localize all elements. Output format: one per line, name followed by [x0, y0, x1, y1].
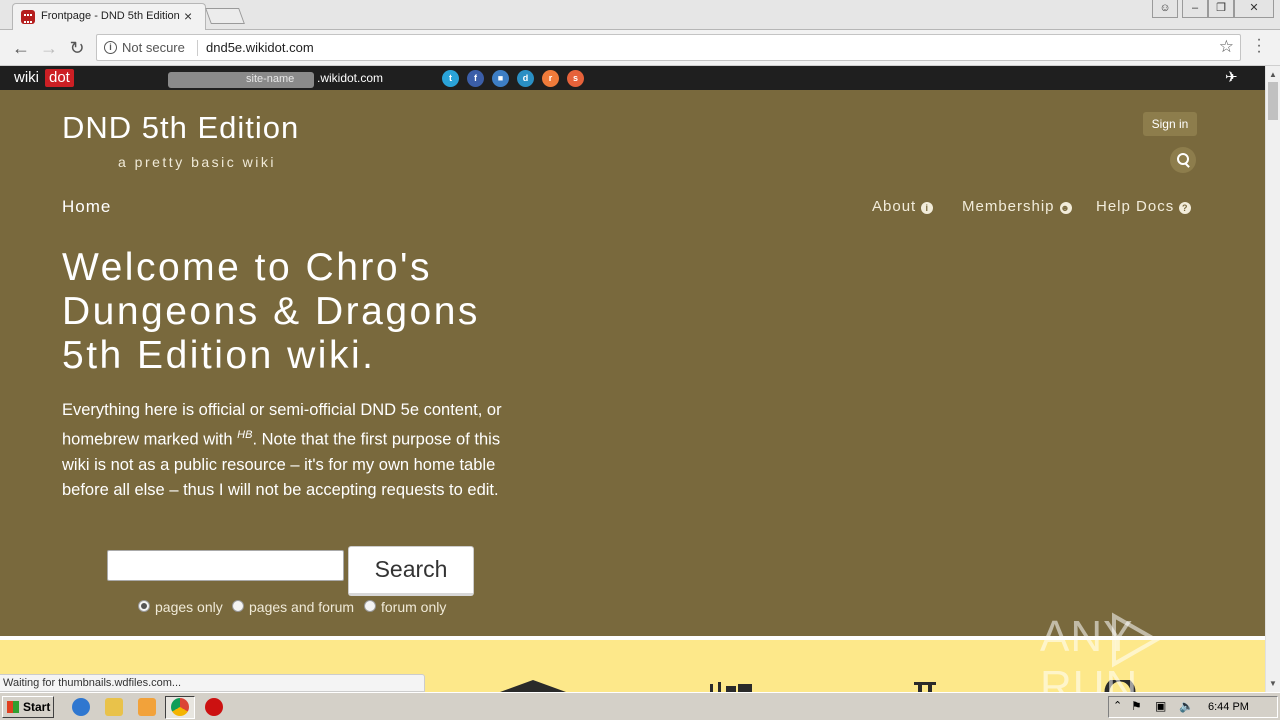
sign-in-button[interactable]: Sign in	[1143, 112, 1197, 136]
address-bar[interactable]: i Not secure dnd5e.wikidot.com ☆	[96, 34, 1241, 61]
show-hidden-icons-icon[interactable]: ⌃	[1113, 699, 1122, 712]
action-center-flag-icon[interactable]: ⚑	[1131, 699, 1142, 713]
intro-paragraph: Everything here is official or semi-offi…	[62, 398, 507, 503]
browser-toolbar: ← → ↻ i Not secure dnd5e.wikidot.com ☆ ·…	[0, 30, 1280, 66]
search-button[interactable]: Search	[348, 546, 474, 596]
network-icon[interactable]: ▣	[1155, 699, 1166, 713]
scroll-up-arrow-icon[interactable]: ▲	[1269, 70, 1277, 79]
magic-wand-icon[interactable]	[706, 680, 756, 692]
twitter-icon[interactable]: t	[442, 70, 459, 87]
wikidot-logo-dot[interactable]: dot	[45, 69, 74, 87]
tab-title: Frontpage - DND 5th Edition	[41, 10, 180, 22]
security-status-label[interactable]: Not secure	[122, 40, 185, 55]
site-name-placeholder: site-name	[246, 73, 295, 85]
stumbleupon-icon[interactable]: s	[567, 70, 584, 87]
nav-home-link[interactable]: Home	[62, 197, 111, 217]
file-explorer-icon[interactable]	[105, 698, 123, 716]
chrome-icon	[171, 698, 189, 716]
radio-pages-and-forum[interactable]	[232, 600, 244, 612]
site-subtitle: a pretty basic wiki	[118, 154, 276, 170]
media-player-icon[interactable]	[138, 698, 156, 716]
welcome-heading: Welcome to Chro's Dungeons & Dragons 5th…	[62, 246, 480, 377]
nav-help-docs-label: Help Docs	[1096, 198, 1175, 215]
user-profile-icon[interactable]: ☺	[1152, 0, 1178, 18]
site-domain-label: .wikidot.com	[317, 71, 384, 85]
wikidot-favicon-icon	[21, 10, 35, 24]
search-icon[interactable]	[1170, 147, 1196, 173]
url-text[interactable]: dnd5e.wikidot.com	[206, 40, 314, 55]
browser-tab-active[interactable]: Frontpage - DND 5th Edition ×	[12, 3, 206, 30]
nav-membership-link[interactable]: Membership ☻	[962, 198, 1072, 215]
nav-membership-label: Membership	[962, 198, 1055, 215]
reddit-icon[interactable]: r	[542, 70, 559, 87]
homebrew-marker: HB	[237, 429, 253, 441]
forward-arrow-icon[interactable]: →	[38, 37, 60, 59]
chrome-taskbar-button[interactable]	[165, 696, 195, 719]
site-title[interactable]: DND 5th Edition	[62, 110, 299, 146]
reload-icon[interactable]: ↻	[66, 37, 88, 59]
site-info-icon[interactable]: i	[104, 41, 117, 54]
nav-about-label: About	[872, 198, 917, 215]
volume-icon[interactable]: 🔈	[1179, 699, 1194, 713]
browser-tab-strip: Frontpage - DND 5th Edition × ☺ – ❐ ✕	[0, 0, 1280, 30]
facebook-icon[interactable]: f	[467, 70, 484, 87]
radio-pages-and-forum-label[interactable]: pages and forum	[249, 599, 354, 615]
nav-help-docs-link[interactable]: Help Docs?	[1096, 198, 1192, 215]
start-button[interactable]: Start	[2, 696, 54, 718]
graduation-cap-icon[interactable]	[500, 680, 566, 692]
delicious-icon[interactable]: ■	[492, 70, 509, 87]
wikidot-logo-wiki[interactable]: wiki	[14, 69, 39, 86]
nav-about-link[interactable]: About i	[872, 198, 934, 215]
radio-pages-only[interactable]	[138, 600, 150, 612]
tab-close-icon[interactable]: ×	[184, 8, 192, 24]
info-icon: i	[921, 202, 934, 214]
watermark-play-icon	[1112, 612, 1160, 668]
omnibox-divider	[197, 40, 198, 56]
search-input[interactable]	[107, 550, 344, 581]
system-tray: ⌃ ⚑ ▣ 🔈	[1108, 696, 1278, 718]
airplane-icon[interactable]: ✈	[1225, 68, 1238, 86]
loading-status-bar: Waiting for thumbnails.wdfiles.com...	[0, 674, 425, 692]
start-label: Start	[23, 700, 51, 714]
back-arrow-icon[interactable]: ←	[10, 37, 32, 59]
windows-taskbar: Start ⌃ ⚑ ▣ 🔈 6:44 PM	[0, 692, 1280, 720]
minimize-window-button[interactable]: –	[1182, 0, 1208, 18]
close-window-button[interactable]: ✕	[1234, 0, 1274, 18]
pillar-icon[interactable]	[912, 682, 938, 692]
opera-icon[interactable]	[205, 698, 223, 716]
browser-menu-icon[interactable]: · · ·	[1252, 32, 1266, 60]
wikidot-top-bar: wiki dot site-name .wikidot.com t f ■ d …	[0, 66, 1265, 90]
radio-forum-only[interactable]	[364, 600, 376, 612]
new-tab-button[interactable]	[205, 8, 245, 24]
question-icon: ?	[1179, 202, 1192, 214]
internet-explorer-icon[interactable]	[72, 698, 90, 716]
bookmark-star-icon[interactable]: ☆	[1219, 37, 1234, 57]
restore-window-button[interactable]: ❐	[1208, 0, 1234, 18]
user-icon: ☻	[1059, 202, 1072, 214]
page-scrollbar[interactable]: ▲ ▼	[1265, 66, 1280, 692]
taskbar-clock[interactable]: 6:44 PM	[1208, 701, 1249, 713]
scrollbar-thumb[interactable]	[1268, 82, 1278, 120]
digg-icon[interactable]: d	[517, 70, 534, 87]
windows-logo-icon	[7, 701, 19, 713]
radio-forum-only-label[interactable]: forum only	[381, 599, 446, 615]
page-content: DND 5th Edition a pretty basic wiki Sign…	[0, 90, 1265, 636]
radio-pages-only-label[interactable]: pages only	[155, 599, 223, 615]
